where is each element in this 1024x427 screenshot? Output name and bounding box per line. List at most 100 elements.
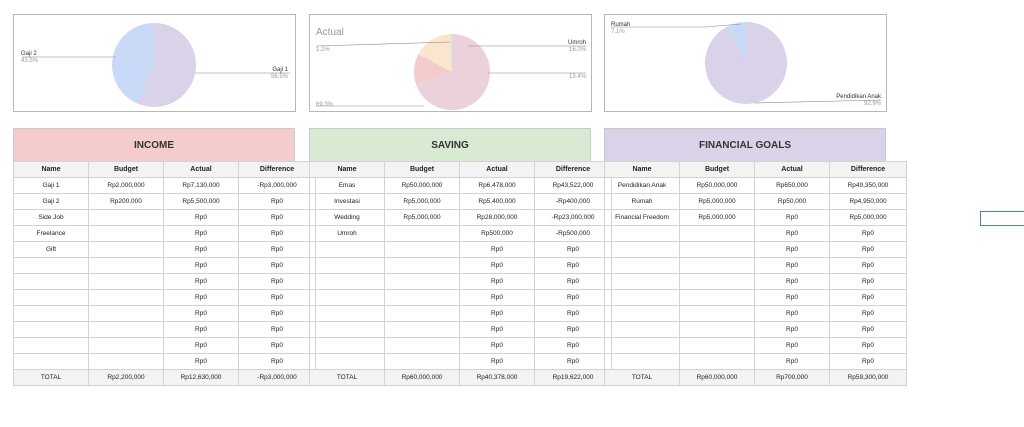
table-cell[interactable]: Actual (163, 161, 239, 178)
table-cell[interactable]: Rp0 (238, 305, 316, 322)
table-cell[interactable]: Rp0 (829, 257, 907, 274)
table-cell[interactable]: Rp43,522,000 (534, 177, 612, 194)
table-cell[interactable]: Rp0 (459, 273, 535, 290)
table-cell[interactable] (13, 257, 89, 274)
table-cell[interactable]: Rp0 (534, 273, 612, 290)
table-cell[interactable]: Rp0 (163, 353, 239, 370)
table-cell[interactable] (384, 257, 460, 274)
table-cell[interactable] (679, 289, 755, 306)
table-cell[interactable]: Rp50,000,000 (679, 177, 755, 194)
table-cell[interactable]: TOTAL (604, 369, 680, 386)
table-cell[interactable]: Actual (754, 161, 830, 178)
table-cell[interactable] (384, 289, 460, 306)
table-cell[interactable] (309, 273, 385, 290)
table-cell[interactable] (384, 353, 460, 370)
table-cell[interactable]: Rp0 (534, 289, 612, 306)
table-cell[interactable] (309, 289, 385, 306)
table-cell[interactable]: Rp0 (754, 353, 830, 370)
saving-title[interactable]: SAVING (309, 128, 591, 161)
table-cell[interactable]: Rp0 (534, 353, 612, 370)
table-cell[interactable]: -Rp400,000 (534, 193, 612, 210)
table-cell[interactable]: Rp0 (754, 225, 830, 242)
table-cell[interactable]: Wedding (309, 209, 385, 226)
table-cell[interactable]: Gaji 1 (13, 177, 89, 194)
table-cell[interactable]: Rp0 (238, 225, 316, 242)
table-cell[interactable] (88, 321, 164, 338)
table-cell[interactable]: Difference (238, 161, 316, 178)
table-cell[interactable]: Rp0 (534, 321, 612, 338)
table-cell[interactable]: Rp0 (163, 241, 239, 258)
table-cell[interactable]: Rp0 (238, 193, 316, 210)
table-cell[interactable]: Rp0 (163, 337, 239, 354)
table-cell[interactable] (309, 321, 385, 338)
table-cell[interactable] (384, 225, 460, 242)
table-cell[interactable] (384, 321, 460, 338)
table-cell[interactable] (679, 257, 755, 274)
table-cell[interactable] (309, 241, 385, 258)
table-cell[interactable]: Rp19,622,000 (534, 369, 612, 386)
table-cell[interactable]: Rp0 (754, 289, 830, 306)
table-cell[interactable] (384, 273, 460, 290)
table-cell[interactable]: Rp4,950,000 (829, 193, 907, 210)
table-cell[interactable] (88, 337, 164, 354)
table-cell[interactable]: Rp0 (829, 289, 907, 306)
table-cell[interactable]: Rp60,000,000 (384, 369, 460, 386)
table-cell[interactable]: Rp0 (829, 321, 907, 338)
table-cell[interactable] (679, 337, 755, 354)
table-cell[interactable] (679, 305, 755, 322)
table-cell[interactable]: Rp0 (163, 257, 239, 274)
table-cell[interactable]: Rp0 (754, 241, 830, 258)
table-cell[interactable]: Rp0 (163, 209, 239, 226)
table-cell[interactable] (679, 353, 755, 370)
table-cell[interactable] (384, 241, 460, 258)
table-cell[interactable] (604, 225, 680, 242)
table-cell[interactable]: Rp2,000,000 (88, 177, 164, 194)
table-cell[interactable]: Rp2,200,000 (88, 369, 164, 386)
table-cell[interactable]: Rp0 (163, 305, 239, 322)
table-cell[interactable]: Rp0 (163, 289, 239, 306)
table-cell[interactable] (88, 353, 164, 370)
table-cell[interactable] (604, 337, 680, 354)
table-cell[interactable]: Rp12,630,000 (163, 369, 239, 386)
table-cell[interactable]: Rp5,000,000 (679, 209, 755, 226)
table-cell[interactable] (604, 321, 680, 338)
table-cell[interactable]: TOTAL (13, 369, 89, 386)
income-pie-chart[interactable]: Gaji 2 43.5% Gaji 1 56.5% (13, 14, 296, 112)
table-cell[interactable]: Rp5,400,000 (459, 193, 535, 210)
table-cell[interactable] (384, 305, 460, 322)
table-cell[interactable]: Rp0 (459, 241, 535, 258)
table-cell[interactable]: Rp0 (534, 257, 612, 274)
table-cell[interactable]: Gift (13, 241, 89, 258)
table-cell[interactable]: -Rp500,000 (534, 225, 612, 242)
saving-pie-chart[interactable]: Actual 1.2% 69.3% Umroh 16.0% 13.4% (309, 14, 592, 112)
table-cell[interactable]: Investasi (309, 193, 385, 210)
table-cell[interactable] (88, 241, 164, 258)
table-cell[interactable]: Rp0 (754, 321, 830, 338)
table-cell[interactable]: Rp0 (829, 273, 907, 290)
table-cell[interactable]: Rp5,000,000 (384, 209, 460, 226)
table-cell[interactable] (309, 337, 385, 354)
table-cell[interactable]: Rp60,000,000 (679, 369, 755, 386)
table-cell[interactable]: Rp0 (829, 241, 907, 258)
table-cell[interactable]: Rp0 (459, 305, 535, 322)
table-cell[interactable]: Freelance (13, 225, 89, 242)
table-cell[interactable]: Rp28,000,000 (459, 209, 535, 226)
table-cell[interactable]: -Rp23,000,000 (534, 209, 612, 226)
table-cell[interactable] (13, 353, 89, 370)
table-cell[interactable]: Name (309, 161, 385, 178)
income-title[interactable]: INCOME (13, 128, 295, 161)
table-cell[interactable] (13, 305, 89, 322)
table-cell[interactable]: Rp6,478,000 (459, 177, 535, 194)
table-cell[interactable] (604, 305, 680, 322)
table-cell[interactable]: Emas (309, 177, 385, 194)
table-cell[interactable] (384, 337, 460, 354)
table-cell[interactable] (88, 289, 164, 306)
table-cell[interactable]: Rp0 (754, 305, 830, 322)
table-cell[interactable] (309, 353, 385, 370)
table-cell[interactable]: Name (604, 161, 680, 178)
table-cell[interactable] (604, 257, 680, 274)
table-cell[interactable]: Rp700,000 (754, 369, 830, 386)
table-cell[interactable]: Rp50,000,000 (384, 177, 460, 194)
table-cell[interactable]: Financial Freedom (604, 209, 680, 226)
table-cell[interactable]: Rp49,350,000 (829, 177, 907, 194)
